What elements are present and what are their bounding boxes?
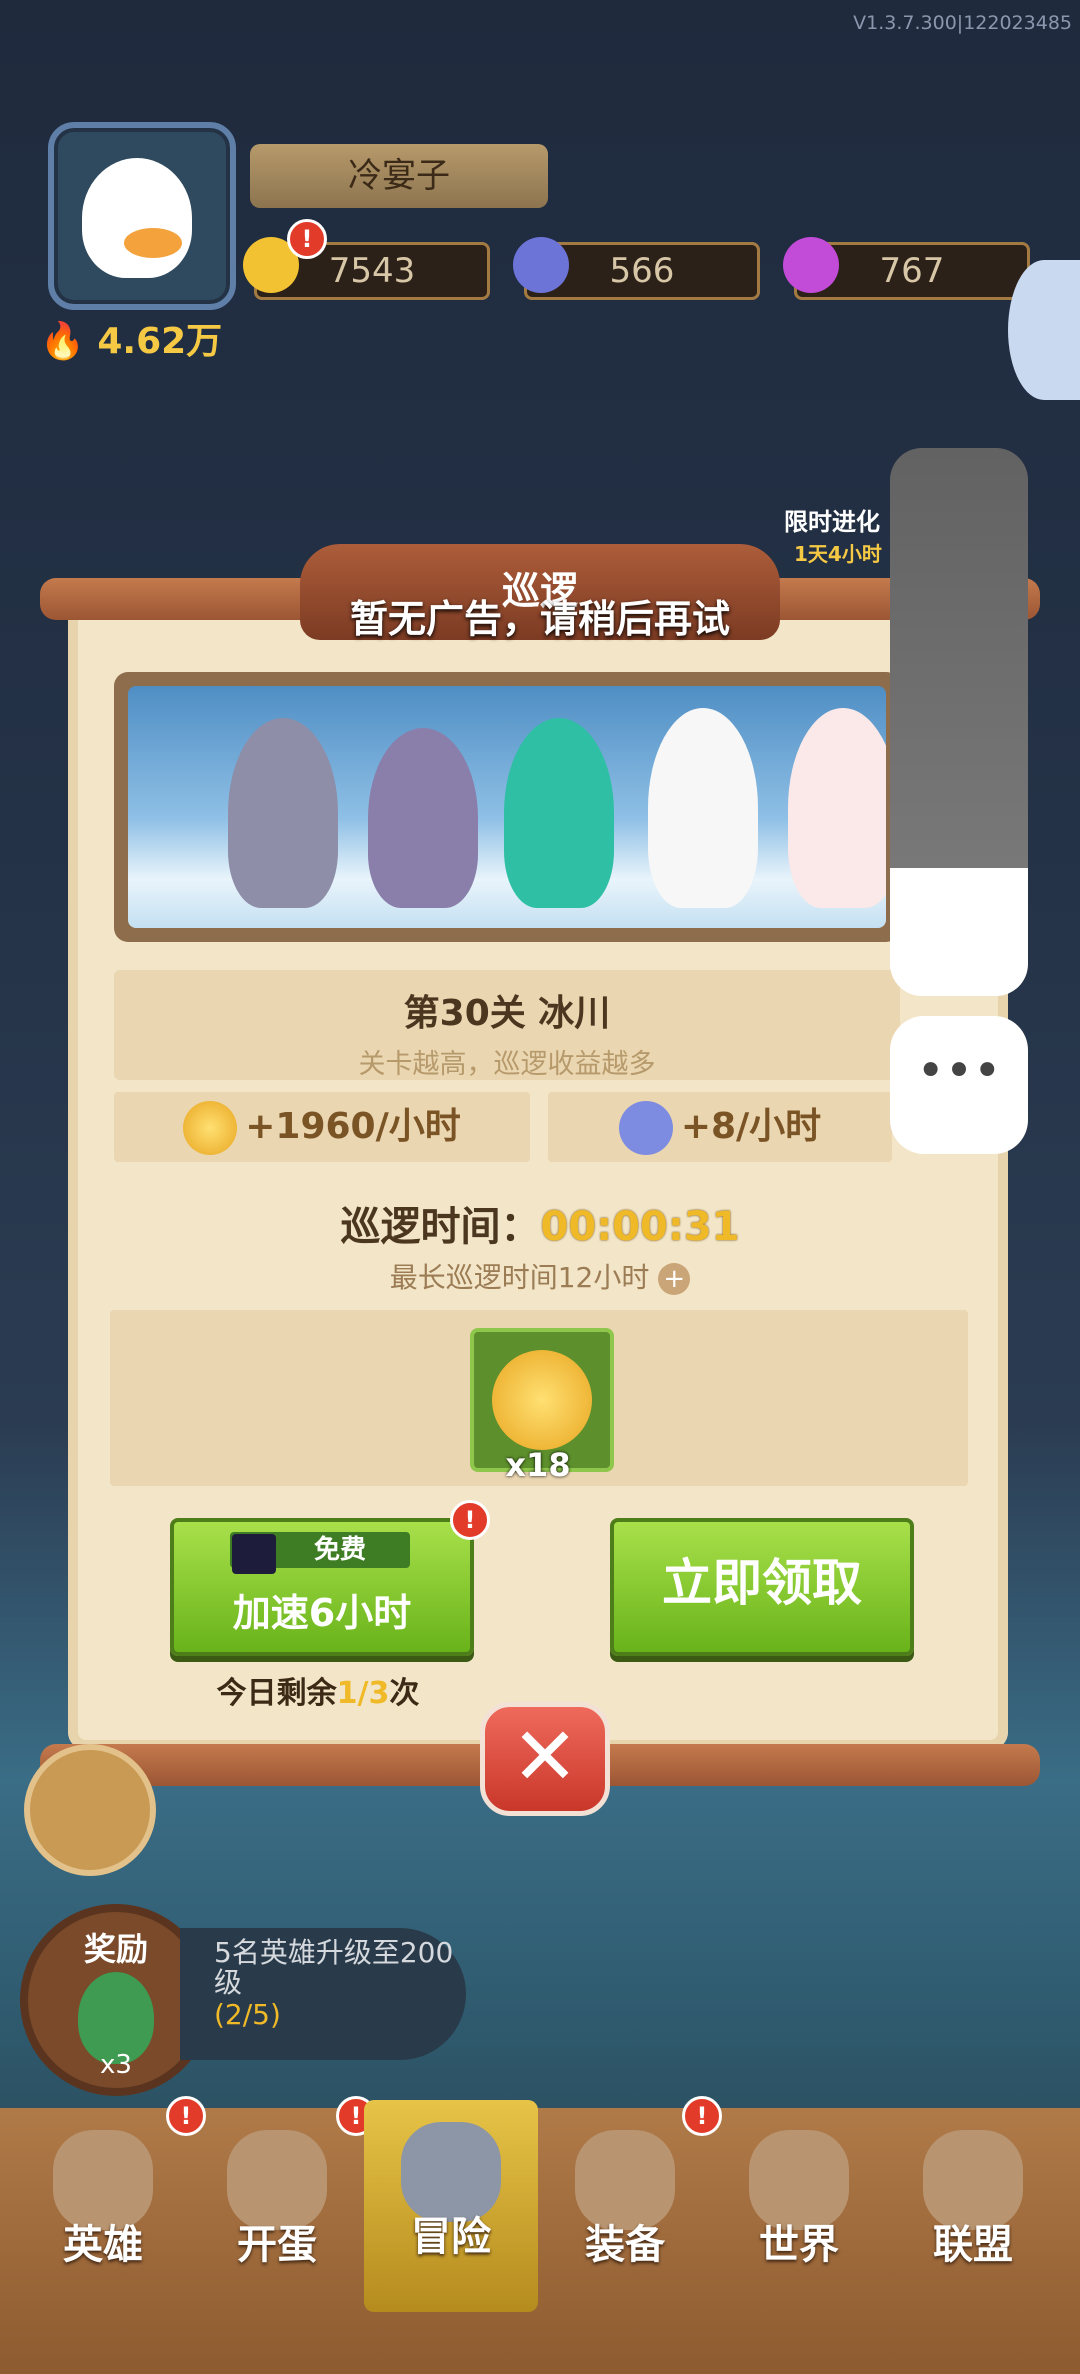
claim-now-button[interactable]: 立即领取: [610, 1518, 914, 1656]
gold-coin-icon: [183, 1101, 238, 1155]
max-patrol-time: 最长巡逻时间12小时 +: [0, 1256, 1080, 1296]
version-label: V1.3.7.300|122023485: [853, 12, 1072, 34]
limited-event-label[interactable]: 限时进化: [784, 502, 880, 537]
gem-resource[interactable]: 566: [513, 237, 760, 300]
gem-rate: +8/小时: [548, 1092, 892, 1162]
task-pill[interactable]: 5名英雄升级至200级 (2/5): [180, 1928, 466, 2060]
nav-heroes[interactable]: 英雄 !: [16, 2096, 206, 2308]
overlay-logo[interactable]: [890, 868, 1028, 996]
gold-rate-text: +1960/小时: [245, 1106, 461, 1147]
gold-coin-icon: [492, 1350, 592, 1450]
gold-resource[interactable]: 7543 !: [243, 219, 490, 300]
stage-subtitle: 关卡越高，巡逻收益越多: [358, 1049, 656, 1080]
nav-world[interactable]: 世界: [712, 2108, 886, 2308]
gem-icon: [618, 1101, 673, 1155]
duck-icon: [82, 158, 192, 278]
alert-badge-icon: !: [287, 219, 327, 259]
speed-up-button[interactable]: 免费 加速6小时 !: [170, 1500, 490, 1656]
remain-prefix: 今日剩余: [216, 1676, 337, 1711]
stage-banner: [114, 672, 900, 942]
beak-icon: [124, 228, 182, 258]
nav-alliance[interactable]: 联盟: [886, 2108, 1060, 2308]
remaining-count: 今日剩余1/3次: [170, 1668, 466, 1712]
nav-label: 冒险: [411, 2214, 491, 2260]
nurse-hero-icon: [788, 708, 886, 908]
remain-suffix: 次: [389, 1676, 420, 1711]
clapperboard-icon: [232, 1534, 276, 1574]
nav-label: 开蛋: [237, 2222, 317, 2268]
warrior-hero-icon: [648, 708, 758, 908]
player-avatar[interactable]: [48, 122, 236, 310]
alert-badge-icon: !: [450, 1500, 490, 1540]
overlay-panel: [890, 448, 1028, 868]
power-text: 4.62万: [97, 321, 223, 362]
reward-label: 奖励: [83, 1930, 148, 1968]
speed-label: 加速6小时: [232, 1591, 412, 1635]
more-options-icon[interactable]: •••: [890, 1016, 1028, 1154]
patrol-time: 巡逻时间：00:00:31: [0, 1194, 1080, 1252]
nav-label: 世界: [759, 2222, 839, 2268]
nav-label: 装备: [585, 2222, 665, 2268]
glacier-scene: [128, 686, 886, 928]
gold-rate: +1960/小时: [114, 1092, 530, 1162]
remain-value: 1/3: [336, 1676, 390, 1711]
nav-equipment[interactable]: 装备 !: [538, 2096, 722, 2308]
task-progress: (2/5): [214, 1998, 281, 2031]
crystal-resource[interactable]: 767: [783, 237, 1030, 300]
crystal-value: 767: [879, 251, 945, 291]
reward-count: x3: [100, 2050, 132, 2080]
gem-icon: [513, 237, 569, 293]
close-icon[interactable]: ✕: [480, 1702, 610, 1816]
patrol-time-value: 00:00:31: [540, 1204, 740, 1250]
gold-value: 7543: [328, 251, 416, 291]
task-title: 5名英雄升级至200级: [214, 1936, 454, 1999]
free-label: 免费: [313, 1535, 366, 1565]
ghost-hero-icon: [368, 728, 478, 908]
dragon-hero-icon: [504, 718, 614, 908]
power-value: 🔥 4.62万: [40, 321, 223, 362]
nav-label: 联盟: [933, 2222, 1013, 2268]
bottom-nav: 英雄 ! 开蛋 ! 冒险 装备 ! 世界 联盟: [0, 2096, 1080, 2374]
stage-title: 第30关 冰川: [403, 993, 611, 1034]
gem-value: 566: [609, 251, 675, 291]
patrol-time-label: 巡逻时间：: [340, 1204, 541, 1250]
nav-label: 英雄: [63, 2222, 143, 2268]
chat-icon[interactable]: [24, 1744, 156, 1876]
crystal-icon: [783, 237, 839, 293]
robot-hero-icon: [228, 718, 338, 908]
player-name[interactable]: 冷宴子: [250, 144, 548, 208]
stage-info: 第30关 冰川 关卡越高，巡逻收益越多: [114, 970, 900, 1080]
gem-rate-text: +8/小时: [680, 1106, 822, 1147]
nav-eggs[interactable]: 开蛋 !: [190, 2096, 376, 2308]
reward-count: x18: [505, 1446, 571, 1484]
nav-adventure[interactable]: 冒险: [364, 2100, 538, 2312]
max-time-text: 最长巡逻时间12小时: [389, 1261, 650, 1294]
gamepad-side-button[interactable]: [1008, 260, 1080, 400]
plus-icon[interactable]: +: [658, 1263, 691, 1295]
